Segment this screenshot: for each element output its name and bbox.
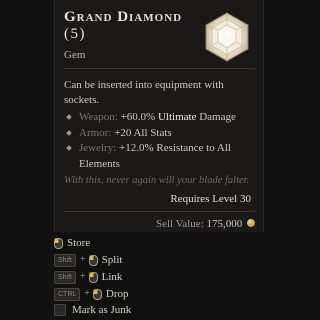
mouse-icon <box>54 237 63 249</box>
gold-coin-icon <box>247 219 255 227</box>
drop-action-label: Drop <box>105 288 129 300</box>
link-action[interactable]: Shift + Link <box>54 269 122 285</box>
item-type: Gem <box>64 49 86 61</box>
diamond-gem-icon <box>201 11 253 63</box>
weapon-bonus: Weapon: +60.0% Ultimate Damage <box>64 110 255 126</box>
item-name: Grand Diamond (5) <box>64 9 182 43</box>
jewelry-bonus: Jewelry: +12.0% Resistance to All Elemen… <box>64 141 255 172</box>
weapon-bonus-keyword: Ultimate <box>157 111 197 123</box>
link-action-label: Link <box>101 271 123 283</box>
bullet-icon <box>66 129 72 136</box>
weapon-bonus-suffix: Damage <box>199 111 236 123</box>
split-action-label: Split <box>101 254 123 266</box>
split-action[interactable]: Shift + Split <box>54 252 122 268</box>
item-description: Can be inserted into equipment with sock… <box>64 79 224 106</box>
bullet-icon <box>66 114 72 120</box>
store-action[interactable]: Store <box>54 235 90 251</box>
sell-value-label: Sell Value: <box>155 218 204 230</box>
flavor-text: With this, never again will your blade f… <box>64 175 250 186</box>
level-requirement: Requires Level 30 <box>64 193 255 212</box>
armor-bonus-value: +20 All Stats <box>114 126 172 139</box>
mark-junk-label: Mark as Junk <box>72 304 132 316</box>
shift-key: Shift <box>54 253 77 267</box>
drop-action[interactable]: CTRL + Drop <box>54 286 129 302</box>
tooltip-header: Grand Diamond (5) Gem <box>64 6 255 69</box>
mouse-icon <box>88 271 98 283</box>
item-name-text: Grand Diamond <box>64 9 183 25</box>
mouse-icon <box>88 254 98 266</box>
plus-icon: + <box>80 271 86 282</box>
sell-value: Sell Value: 175,000 <box>64 218 255 230</box>
action-hints: Store Shift + Split Shift + Link CTRL + … <box>54 232 264 320</box>
store-action-label: Store <box>67 237 91 249</box>
weapon-slot-label: Weapon: <box>79 111 118 123</box>
item-quantity: (5) <box>64 26 86 42</box>
mark-junk-action[interactable]: Mark as Junk <box>54 302 131 318</box>
socket-bonuses: Weapon: +60.0% Ultimate Damage Armor: +2… <box>64 110 255 172</box>
mouse-icon <box>92 288 102 300</box>
junk-key-icon <box>54 304 66 316</box>
plus-icon: + <box>84 288 90 299</box>
plus-icon: + <box>80 254 86 265</box>
weapon-bonus-value: +60.0% <box>120 111 156 123</box>
sell-value-amount: 175,000 <box>206 218 243 230</box>
bullet-icon <box>66 145 72 151</box>
armor-bonus: Armor: +20 All Stats <box>64 126 255 142</box>
ctrl-key: CTRL <box>54 287 81 301</box>
item-tooltip: Grand Diamond (5) Gem Can be inserted in… <box>54 0 264 232</box>
armor-slot-label: Armor: <box>79 126 112 139</box>
shift-key: Shift <box>54 270 77 284</box>
jewelry-slot-label: Jewelry: <box>79 142 117 154</box>
